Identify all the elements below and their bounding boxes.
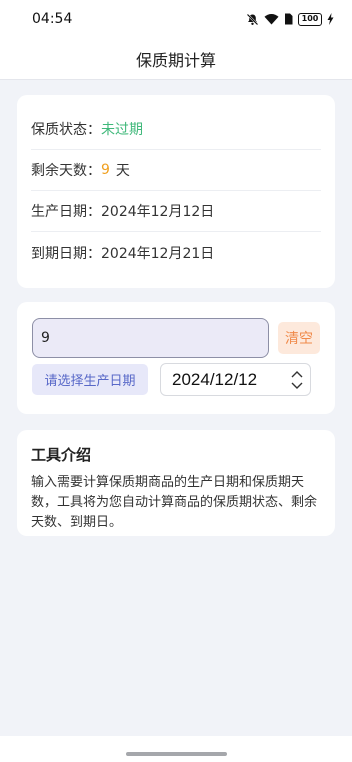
remaining-days-unit: 天 [115,163,130,179]
navigation-bar [0,736,352,762]
shelf-life-days-input[interactable]: 9 [32,318,269,358]
status-icons: 100 [246,12,334,26]
production-date-row: 生产日期： 2024年12月12日 [31,191,321,232]
production-date-picker[interactable]: 2024/12/12 [160,363,311,396]
remaining-days-row: 剩余天数： 9 天 [31,150,321,191]
intro-title: 工具介绍 [31,446,92,464]
remaining-days-value: 9 [101,162,110,178]
input-card: 9 清空 请选择生产日期 2024/12/12 [17,302,335,414]
status-row: 保质状态： 未过期 [31,109,321,150]
date-stepper[interactable] [284,364,310,395]
sim-icon [284,13,293,25]
mute-icon [246,13,259,26]
chevron-down-icon[interactable] [291,380,303,391]
status-label: 保质状态： [31,122,101,138]
intro-card: 工具介绍 输入需要计算保质期商品的生产日期和保质期天数，工具将为您自动计算商品的… [17,430,335,536]
result-card: 保质状态： 未过期 剩余天数： 9 天 生产日期： 2024年12月12日 到期… [17,95,335,288]
expiry-date-row: 到期日期： 2024年12月21日 [31,232,321,273]
date-picker-value: 2024/12/12 [172,369,258,389]
home-indicator[interactable] [126,752,227,756]
production-date-label: 生产日期： [31,204,101,220]
select-production-date-button[interactable]: 请选择生产日期 [32,364,148,395]
battery-icon: 100 [298,12,322,26]
status-time: 04:54 [32,11,73,27]
app-header: 保质期计算 [0,38,352,80]
status-bar: 04:54 100 [0,0,352,38]
expiry-date-label: 到期日期： [31,245,101,262]
intro-text: 输入需要计算保质期商品的生产日期和保质期天数，工具将为您自动计算商品的保质期状态… [31,475,318,530]
chevron-up-icon[interactable] [291,369,303,380]
charging-icon [327,13,334,25]
page-title: 保质期计算 [135,50,216,70]
remaining-days-label: 剩余天数： [31,163,101,179]
expiry-date-value: 2024年12月21日 [101,245,215,262]
wifi-icon [264,13,279,25]
status-value: 未过期 [101,122,143,138]
clear-button[interactable]: 清空 [278,322,320,354]
production-date-value: 2024年12月12日 [101,204,215,220]
